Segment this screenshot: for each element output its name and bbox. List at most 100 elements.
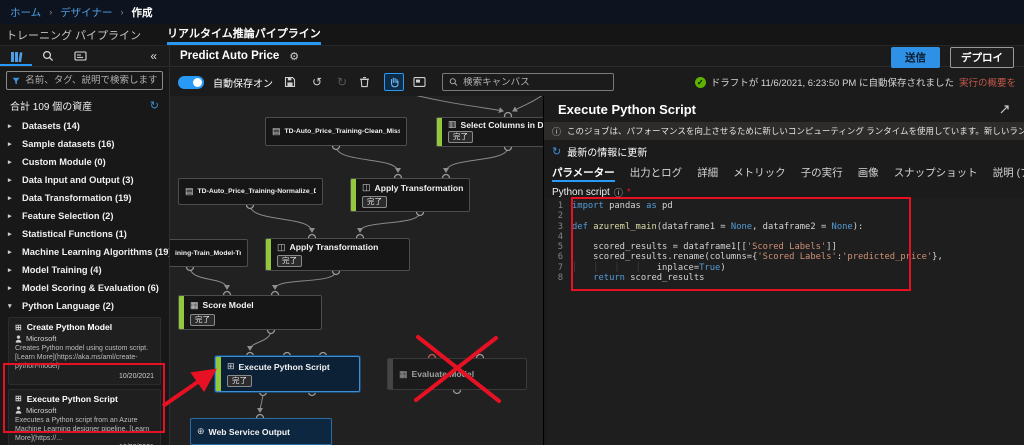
refresh-icon: ↻ [552,145,561,158]
line-number: 1 [546,201,572,211]
panel-title-row: Execute Python Script [544,96,1024,122]
code-line: 6 scored_results.rename(columns={'Scored… [546,252,1024,262]
tab-training-pipeline[interactable]: トレーニング パイプライン [6,24,141,45]
dataset-icon: ▤ [272,126,281,137]
chevron-right-icon: ▸ [8,230,16,238]
sidebar-category-model-scoring[interactable]: ▸Model Scoring & Evaluation (6) [0,279,169,297]
card-publisher: Microsoft [26,406,56,415]
tab-snapshot[interactable]: スナップショット [894,165,978,182]
category-label: Datasets (14) [22,121,80,131]
run-overview-link[interactable]: 実行の概要を [959,75,1016,89]
tab-outputs-logs[interactable]: 出力とログ [630,165,683,182]
sidebar-category-sample-datasets[interactable]: ▸Sample datasets (16) [0,135,169,153]
modules-icon[interactable] [64,46,96,66]
collapse-panel-icon[interactable]: « [150,49,169,63]
open-expand-icon[interactable] [999,104,1010,115]
code-token: 'predicted_price' [842,252,932,262]
redo-icon[interactable]: ↻ [334,74,350,90]
deploy-button[interactable]: デプロイ [950,47,1014,68]
pipeline-settings-gear-icon[interactable]: ⚙ [289,50,299,63]
sidebar-category-model-training[interactable]: ▸Model Training (4) [0,261,169,279]
line-number: 3 [546,222,572,232]
code-token: inplace= [657,263,699,273]
pan-hand-icon[interactable] [384,73,404,91]
code-token: ]] [826,242,837,252]
chevron-right-icon: ▸ [8,266,16,274]
sidebar-category-python-language[interactable]: ▾Python Language (2) [0,297,169,315]
node-score-model[interactable]: ▦Score Model 完了 [178,295,322,330]
code-token: ) [720,263,725,273]
filter-funnel-icon [12,76,20,86]
delete-icon[interactable] [359,76,375,88]
chevron-right-icon: ▸ [8,122,16,130]
node-evaluate-model[interactable]: ▦Evaluate Model [387,358,527,390]
refresh-assets-icon[interactable]: ↻ [150,99,159,112]
status-badge: 完了 [362,196,387,208]
line-number: 5 [546,242,572,252]
autosave-toggle[interactable] [178,76,204,89]
sidebar-category-ml-algorithms[interactable]: ▸Machine Learning Algorithms (19) [0,243,169,261]
code-token: azureml_main [593,222,657,232]
sidebar-search-input[interactable] [25,75,157,86]
asset-card-create-python-model[interactable]: ⊞Create Python Model Microsoft Creates P… [8,317,161,385]
tab-details[interactable]: 詳細 [697,165,718,182]
status-badge: 完了 [227,375,252,387]
save-icon[interactable] [284,76,300,88]
tab-images[interactable]: 画像 [858,165,879,182]
code-token: None [731,222,752,232]
breadcrumb: ホーム › デザイナー › 作成 [0,0,1024,24]
pipeline-canvas[interactable]: ▤TD-Auto_Price_Training-Clean_Missing_..… [170,96,543,445]
canvas-search-input[interactable] [463,77,607,88]
app-root: ホーム › デザイナー › 作成 トレーニング パイプライン リアルタイム推論パ… [0,0,1024,445]
python-module-icon: ⊞ [15,394,22,403]
sidebar-category-data-input-output[interactable]: ▸ Data Input and Output (3) [0,171,169,189]
breadcrumb-home[interactable]: ホーム [10,5,41,20]
undo-icon[interactable]: ↺ [309,74,325,90]
tab-metrics[interactable]: メトリック [733,165,786,182]
minimap-icon[interactable] [413,76,429,88]
pipeline-title-wrap: Predict Auto Price ⚙ [180,46,299,66]
sidebar-category-custom-module[interactable]: ▸Custom Module (0) [0,153,169,171]
line-number: 2 [546,211,572,221]
node-clean-missing-data[interactable]: ▤TD-Auto_Price_Training-Clean_Missing_..… [265,117,407,146]
globe-icon: ⊕ [197,426,205,437]
sidebar-category-statistical-functions[interactable]: ▸Statistical Functions (1) [0,225,169,243]
submit-button[interactable]: 送信 [891,47,940,68]
tab-child-runs[interactable]: 子の実行 [801,165,843,182]
python-script-label-row: Python script ⓘ * [544,182,1024,198]
node-apply-transformation-1[interactable]: ◫Apply Transformation 完了 [350,178,470,212]
node-execute-python-script[interactable]: ⊞Execute Python Script 完了 [215,356,360,392]
line-number: 6 [546,252,572,262]
search-icon [449,77,458,87]
asset-rail: « [0,46,170,66]
code-editor[interactable]: 1import pandas as pd 2 3def azureml_main… [546,198,1024,445]
search-icon[interactable] [32,46,64,66]
asset-card-execute-python-script[interactable]: ⊞Execute Python Script Microsoft Execute… [8,389,161,445]
chevron-right-icon: ▸ [8,176,16,184]
refresh-info-button[interactable]: ↻ 最新の情報に更新 [544,140,1024,160]
sidebar-category-feature-selection[interactable]: ▸Feature Selection (2) [0,207,169,225]
node-web-service-output[interactable]: ⊕Web Service Output [190,418,332,445]
node-select-columns[interactable]: ▥Select Columns in Dataset 完了 [436,117,543,147]
code-token: return [593,273,625,283]
banner-text: このジョブは、パフォーマンスを向上させるために新しいコンピューティング ランタイ… [567,125,1024,137]
node-train-model[interactable]: ining-Train_Model-Tr... [170,239,248,267]
tab-parameters[interactable]: パラメーター [552,165,615,182]
sidebar-search-box [6,71,163,90]
tab-realtime-inference-pipeline[interactable]: リアルタイム推論パイプライン [167,24,321,45]
sidebar-category-datasets[interactable]: ▸ Datasets (14) [0,117,169,135]
tab-explanations-preview[interactable]: 説明 (プレビュー) [993,165,1024,182]
node-apply-transformation-2[interactable]: ◫Apply Transformation 完了 [265,238,410,271]
breadcrumb-designer[interactable]: デザイナー [60,5,112,20]
category-label: Data Input and Output (3) [22,175,134,185]
node-normalize-data[interactable]: ▤TD-Auto_Price_Training-Normalize_Data..… [178,178,323,205]
code-token: pandas [604,201,646,211]
code-token: pd [657,201,673,211]
code-token: scored_results.rename(columns={ [572,252,757,262]
autosave-status-text: ドラフトが 11/6/2021, 6:23:50 PM に自動保存されました [711,75,954,89]
category-label: Feature Selection (2) [22,211,113,221]
sidebar-category-data-transformation[interactable]: ▸Data Transformation (19) [0,189,169,207]
check-icon: ✓ [695,77,706,88]
code-token: scored_results = dataframe1[[ [572,242,747,252]
asset-library-icon[interactable] [0,46,32,66]
